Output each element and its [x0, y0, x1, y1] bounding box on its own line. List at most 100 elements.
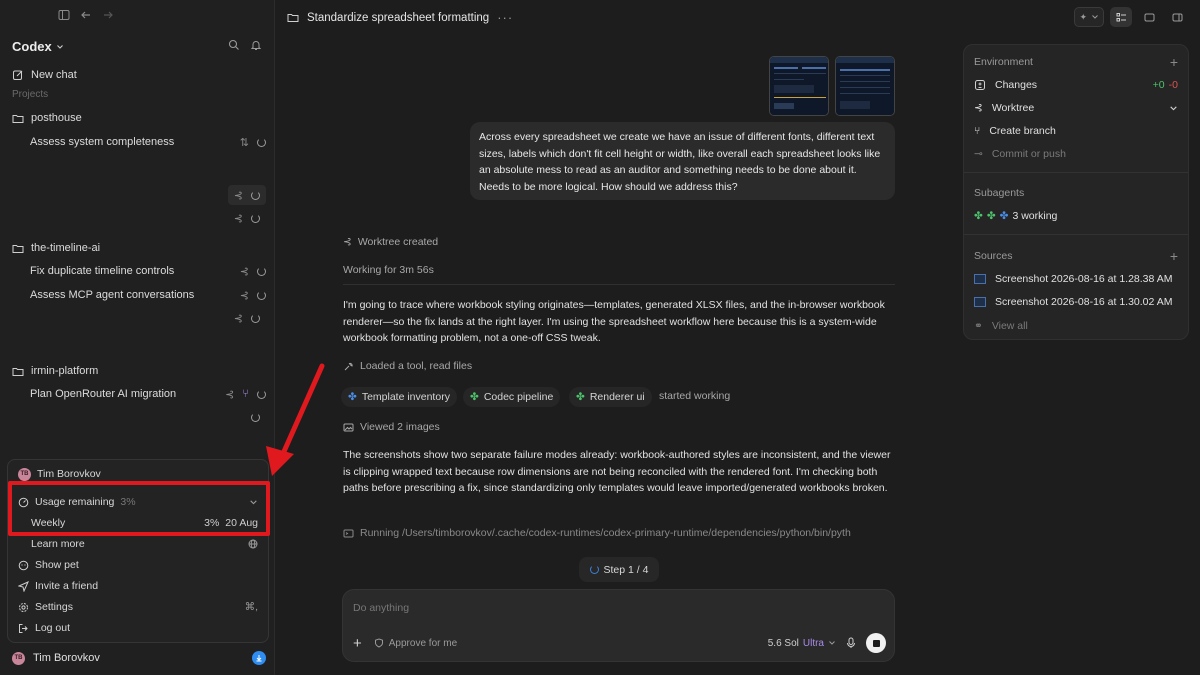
subagent-chip-template[interactable]: ✤ Template inventory	[341, 387, 457, 407]
model-tier: Ultra	[802, 637, 824, 649]
compose-icon	[12, 69, 24, 81]
running-command-event[interactable]: Running /Users/timborovkov/.cache/codex-…	[343, 527, 851, 539]
stop-icon	[872, 639, 880, 647]
add-icon[interactable]: +	[1170, 248, 1178, 264]
source-file[interactable]: Screenshot 2026-08-16 at 1.28.38 AM	[974, 270, 1178, 288]
settings-shortcut: ⌘,	[244, 601, 258, 613]
shield-icon	[374, 638, 384, 648]
page-title: Standardize spreadsheet formatting	[307, 11, 490, 24]
worktree-created-event: ⊰ Worktree created	[343, 236, 438, 248]
chat-item-hidden[interactable]: ⊰	[228, 208, 266, 228]
project-name: the-timeline-ai	[31, 242, 101, 254]
model-selector[interactable]: 5.6 Sol Ultra	[768, 638, 836, 649]
account-button[interactable]: TB Tim Borovkov	[12, 648, 266, 668]
viewed-images-label: Viewed 2 images	[360, 421, 440, 433]
branch-icon: ⊰	[233, 189, 243, 202]
more-options-icon[interactable]: ···	[497, 10, 513, 25]
sort-icon: ⇅	[239, 136, 249, 149]
attached-image-thumbnail[interactable]	[835, 56, 895, 116]
worktree-row[interactable]: ⊰ Worktree	[974, 99, 1178, 117]
chat-item-assess-system[interactable]: Assess system completeness ⇅	[30, 132, 266, 152]
project-posthouse[interactable]: posthouse	[12, 108, 266, 128]
changes-row[interactable]: Changes +0 -0	[974, 76, 1178, 94]
subagent-green-icon: ✤	[470, 391, 479, 403]
chat-item-hidden[interactable]: ⊰	[228, 308, 266, 328]
forward-arrow-icon[interactable]	[102, 9, 114, 21]
project-the-timeline-ai[interactable]: the-timeline-ai	[12, 238, 266, 258]
add-icon[interactable]: +	[353, 635, 362, 652]
chevron-down-icon	[56, 43, 64, 51]
send-icon	[18, 580, 29, 592]
bell-icon[interactable]	[250, 39, 262, 51]
user-message-bubble: Across every spreadsheet we create we ha…	[470, 122, 895, 200]
worktree-label: Worktree	[991, 102, 1035, 114]
attached-image-thumbnail[interactable]	[769, 56, 829, 116]
download-icon[interactable]	[252, 651, 266, 665]
new-chat-button[interactable]: New chat	[12, 65, 266, 85]
merge-icon: ⑂	[242, 388, 249, 400]
add-icon[interactable]: +	[1170, 54, 1178, 70]
subagents-title: Subagents	[974, 187, 1025, 199]
sidebar-header-actions	[228, 39, 262, 51]
agent-selector[interactable]: ✦	[1074, 7, 1104, 27]
invite-friend-button[interactable]: Invite a friend	[18, 576, 258, 596]
viewed-images-event[interactable]: Viewed 2 images	[343, 421, 440, 433]
logout-icon	[18, 623, 29, 634]
source-file[interactable]: Screenshot 2026-08-16 at 1.30.02 AM	[974, 293, 1178, 311]
commit-push-button[interactable]: ⊸ Commit or push	[974, 145, 1178, 163]
list-view-icon[interactable]	[1110, 7, 1132, 27]
tool-loaded-label: Loaded a tool, read files	[360, 360, 473, 372]
chat-item-fix-duplicate[interactable]: Fix duplicate timeline controls ⊰	[30, 261, 266, 281]
view-all-label: View all	[991, 320, 1028, 332]
search-icon[interactable]	[228, 39, 240, 51]
subagent-chip-renderer[interactable]: ✤ Renderer ui	[569, 387, 652, 407]
create-branch-button[interactable]: ⑂ Create branch	[974, 122, 1178, 140]
settings-button[interactable]: Settings ⌘,	[18, 597, 258, 617]
subagent-chip-codec[interactable]: ✤ Codec pipeline	[463, 387, 561, 407]
stop-button[interactable]	[866, 633, 886, 653]
microphone-icon[interactable]	[846, 637, 856, 649]
view-all-link[interactable]: ⚭ View all	[974, 317, 1178, 335]
working-duration: Working for 3m 56s	[343, 264, 434, 276]
brand-name: Codex	[12, 39, 52, 54]
side-panel: Environment + Changes +0 -0 ⊰ Worktree ⑂ …	[963, 44, 1189, 340]
tool-loaded-event[interactable]: Loaded a tool, read files	[343, 360, 472, 372]
composer[interactable]: Do anything + Approve for me 5.6 Sol Ult…	[342, 589, 895, 662]
divider	[964, 234, 1188, 235]
chat-title: Assess MCP agent conversations	[30, 289, 195, 301]
image-icon	[343, 422, 354, 433]
chat-item-hidden[interactable]: ⊰	[227, 185, 266, 205]
pet-icon	[18, 560, 29, 571]
project-irmin-platform[interactable]: irmin-platform	[12, 361, 266, 381]
back-arrow-icon[interactable]	[80, 9, 92, 21]
sidebar-toggle-icon[interactable]	[58, 9, 70, 21]
folder-icon	[287, 12, 299, 23]
composer-input[interactable]: Do anything	[353, 602, 409, 614]
loading-spinner-icon	[251, 412, 260, 422]
show-pet-button[interactable]: Show pet	[18, 555, 258, 575]
sources-title: Sources	[974, 250, 1013, 262]
chat-item-assess-mcp[interactable]: Assess MCP agent conversations ⊰	[30, 285, 266, 305]
projects-label: Projects	[12, 89, 49, 100]
chat-title-bar: Standardize spreadsheet formatting ···	[287, 10, 513, 25]
chat-title: Plan OpenRouter AI migration	[30, 388, 177, 400]
learn-more-link[interactable]: Learn more	[31, 534, 258, 554]
terminal-icon[interactable]	[1138, 7, 1160, 27]
folder-icon	[12, 113, 24, 124]
link-icon: ⚭	[974, 320, 983, 332]
approve-toggle[interactable]: Approve for me	[374, 638, 457, 649]
loading-spinner-icon	[589, 565, 599, 574]
source-filename: Screenshot 2026-08-16 at 1.30.02 AM	[995, 296, 1173, 308]
create-branch-label: Create branch	[989, 125, 1056, 137]
chat-item-plan-openrouter[interactable]: Plan OpenRouter AI migration ⊰ ⑂	[30, 384, 266, 404]
subagents-status[interactable]: ✤ ✤ ✤ 3 working	[974, 207, 1178, 225]
brand-menu[interactable]: Codex	[12, 39, 64, 54]
loading-spinner-icon	[251, 313, 260, 323]
approve-label: Approve for me	[388, 637, 458, 649]
settings-label: Settings	[35, 601, 73, 613]
annotation-highlight-box	[8, 481, 270, 536]
panel-toggle-icon[interactable]	[1166, 7, 1188, 27]
logout-button[interactable]: Log out	[18, 618, 258, 638]
loading-spinner-icon	[251, 213, 260, 223]
divider	[964, 172, 1188, 173]
